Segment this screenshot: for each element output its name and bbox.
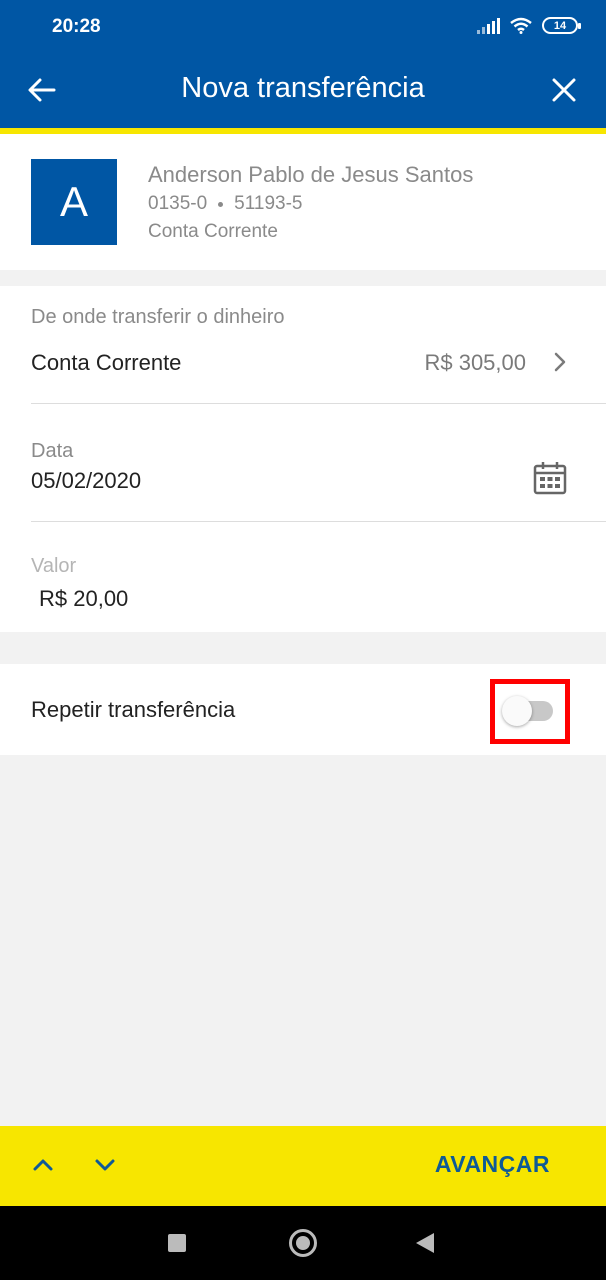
agency-number: 0135-0	[148, 193, 208, 214]
battery-level: 14	[553, 19, 567, 32]
signal-icon	[477, 17, 500, 34]
beneficiary-account: 0135-0 51193-5	[148, 193, 303, 215]
repeat-transfer-row: Repetir transferência	[0, 664, 606, 755]
recents-icon[interactable]	[168, 1234, 186, 1252]
toggle-knob	[502, 696, 532, 726]
separator-dot	[218, 201, 224, 207]
amount-label: Valor	[31, 555, 77, 577]
status-time: 20:28	[52, 16, 101, 37]
back-triangle-icon[interactable]	[416, 1233, 434, 1253]
repeat-transfer-label: Repetir transferência	[31, 697, 236, 722]
calendar-icon[interactable]	[532, 460, 568, 496]
source-account-selector[interactable]: Conta Corrente R$ 305,00	[0, 336, 606, 396]
source-account: Conta Corrente	[31, 350, 182, 375]
status-bar: 20:28 14	[0, 0, 606, 54]
beneficiary-account-type: Conta Corrente	[148, 221, 278, 242]
system-nav-bar	[0, 1206, 606, 1280]
app-bar: Nova transferência	[0, 54, 606, 128]
status-icons: 14	[477, 17, 581, 34]
chevron-right-icon	[554, 352, 566, 372]
avatar: A	[31, 159, 117, 245]
next-button[interactable]: AVANÇAR	[435, 1151, 550, 1178]
beneficiary-card: A Anderson Pablo de Jesus Santos 0135-0 …	[0, 134, 606, 270]
chevron-down-icon[interactable]	[92, 1152, 118, 1178]
page-title: Nova transferência	[181, 72, 425, 104]
transfer-form: De onde transferir o dinheiro Conta Corr…	[0, 286, 606, 632]
amount-input: R$ 20,00	[39, 586, 129, 611]
amount-field[interactable]: Valor R$ 20,00	[0, 522, 606, 632]
date-label: Data	[31, 440, 74, 462]
battery-icon: 14	[542, 17, 581, 34]
account-number: 51193-5	[234, 193, 303, 214]
wifi-icon	[510, 17, 532, 34]
date-field[interactable]: Data 05/02/2020	[0, 404, 606, 521]
source-balance: R$ 305,00	[424, 350, 526, 375]
beneficiary-name: Anderson Pablo de Jesus Santos	[148, 162, 474, 187]
repeat-transfer-toggle[interactable]	[502, 696, 553, 726]
source-label: De onde transferir o dinheiro	[31, 306, 285, 328]
chevron-up-icon[interactable]	[30, 1152, 56, 1178]
action-bar: AVANÇAR	[0, 1126, 606, 1206]
close-icon[interactable]	[546, 72, 582, 108]
home-icon[interactable]	[289, 1229, 317, 1257]
date-value: 05/02/2020	[31, 468, 142, 493]
highlight-box	[490, 679, 570, 744]
